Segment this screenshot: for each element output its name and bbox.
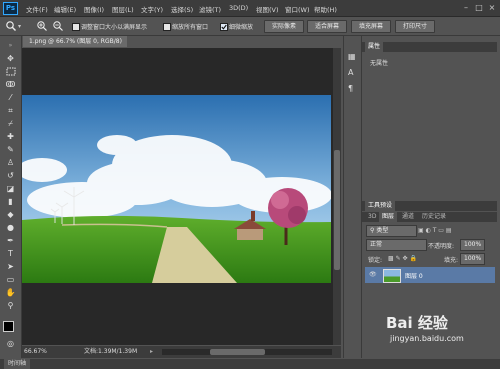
clone-stamp-tool-icon[interactable]: ♙ — [5, 158, 16, 167]
resize-windows-label: 调整窗口大小以满屏显示 — [81, 24, 148, 31]
close-window-button[interactable]: × — [487, 3, 497, 12]
tool-preset-chevron-icon[interactable]: ▾ — [18, 23, 21, 30]
history-panel-icon[interactable]: ▦ — [348, 52, 356, 61]
menu-file[interactable]: 文件(F) — [26, 4, 48, 14]
menu-help[interactable]: 帮助(H) — [314, 4, 337, 14]
checkmark-icon — [221, 24, 227, 30]
options-bar: ▾ 调整窗口大小以满屏显示 缩放所有窗口 细微缩放 实际像素 适合屏幕 填充屏幕… — [0, 17, 500, 36]
right-panels: 属性 无属性 工具预设 3D 图层 通道 历史记录 ⚲ 类型 ▣ ◐ T ▭ ▤… — [362, 36, 500, 358]
minimize-button[interactable]: – — [461, 3, 471, 12]
healing-brush-tool-icon[interactable]: ✚ — [5, 132, 16, 141]
menu-select[interactable]: 选择(S) — [171, 4, 193, 14]
vertical-scrollbar-thumb[interactable] — [334, 150, 340, 270]
layer-name[interactable]: 图层 0 — [405, 271, 423, 280]
path-selection-tool-icon[interactable]: ➤ — [5, 262, 16, 271]
tab-channels[interactable]: 通道 — [399, 212, 417, 222]
panel-collapse-icon[interactable]: » — [5, 41, 16, 50]
zoom-tool-icon[interactable] — [5, 20, 17, 31]
tab-tool-presets[interactable]: 工具预设 — [365, 201, 396, 211]
maximize-button[interactable]: □ — [474, 3, 484, 12]
marquee-tool-icon[interactable] — [5, 67, 16, 76]
eyedropper-tool-icon[interactable]: ⌿ — [5, 119, 16, 128]
fill-label: 填充: — [444, 257, 459, 264]
fill-screen-button[interactable]: 填充屏幕 — [351, 20, 391, 33]
quick-selection-tool-icon[interactable]: ⁄ — [5, 93, 16, 102]
tab-layers[interactable]: 图层 — [379, 212, 398, 222]
zoom-all-checkbox[interactable] — [163, 23, 171, 31]
zoom-out-icon[interactable] — [52, 20, 64, 31]
zoom-all-label: 缩放所有窗口 — [172, 24, 209, 31]
document-tab-title: 1.png @ 66.7% (图层 0, RGB/8) — [29, 38, 122, 45]
dodge-tool-icon[interactable]: ● — [5, 223, 16, 232]
fit-screen-button[interactable]: 适合屏幕 — [307, 20, 347, 33]
app-logo: Ps — [3, 2, 18, 15]
foreground-color-swatch[interactable] — [3, 321, 14, 332]
menu-filter[interactable]: 滤镜(T) — [199, 4, 221, 14]
layers-tabs: 3D 图层 通道 历史记录 — [362, 212, 497, 222]
zoom-in-icon[interactable] — [36, 20, 48, 31]
actual-pixels-button[interactable]: 实际像素 — [264, 20, 304, 33]
zoom-tool-icon[interactable]: ⚲ — [5, 301, 16, 310]
gradient-tool-icon[interactable]: ▮ — [5, 197, 16, 206]
move-tool-icon[interactable]: ✥ — [5, 54, 16, 63]
kind-filter-dropdown[interactable]: ⚲ 类型 — [366, 225, 417, 237]
watermark-logo-text: Bai 经验 — [386, 314, 448, 332]
document-info: 文档:1.39M/1.39M — [84, 348, 138, 355]
zoom-level[interactable]: 66.67% — [24, 346, 47, 358]
lasso-tool-icon[interactable]: ↂ — [5, 80, 16, 89]
lock-label: 锁定: — [368, 257, 383, 264]
tools-panel: » ✥ ↂ ⁄ ⌗ ⌿ ✚ ✎ ♙ ↺ ◪ ▮ ◆ ● ✒ T ➤ ▭ ✋ ⚲ … — [0, 36, 22, 358]
menu-edit[interactable]: 编辑(E) — [54, 4, 76, 14]
eraser-tool-icon[interactable]: ◪ — [5, 184, 16, 193]
tab-timeline[interactable]: 时间轴 — [4, 359, 31, 369]
filter-icons[interactable]: ▣ ◐ T ▭ ▤ — [418, 227, 452, 234]
menu-image[interactable]: 图像(I) — [84, 4, 104, 14]
crop-tool-icon[interactable]: ⌗ — [5, 106, 16, 115]
character-panel-icon[interactable]: A — [348, 68, 353, 77]
paragraph-panel-icon[interactable]: ¶ — [348, 84, 353, 93]
shape-tool-icon[interactable]: ▭ — [5, 275, 16, 284]
fill-input[interactable]: 100% — [460, 253, 485, 265]
tab-history[interactable]: 历史记录 — [419, 212, 449, 222]
opacity-input[interactable]: 100% — [460, 239, 485, 251]
baidu-watermark: Bai 经验 jingyan.baidu.com — [386, 312, 496, 362]
tab-properties[interactable]: 属性 — [365, 42, 384, 52]
document-tab[interactable]: 1.png @ 66.7% (图层 0, RGB/8) × — [23, 36, 127, 56]
type-tool-icon[interactable]: T — [5, 249, 16, 258]
kind-filter-value: 类型 — [376, 227, 389, 234]
scrubby-zoom-label: 细微缩放 — [229, 24, 254, 31]
properties-header: 属性 — [362, 42, 497, 52]
hand-tool-icon[interactable]: ✋ — [5, 288, 16, 297]
lock-icons[interactable]: ▩ ✎ ✥ 🔒 — [388, 255, 417, 262]
history-brush-tool-icon[interactable]: ↺ — [5, 171, 16, 180]
watermark-url: jingyan.baidu.com — [390, 334, 464, 343]
blend-mode-dropdown[interactable]: 正常 — [366, 239, 427, 251]
menu-bar: Ps 文件(F) 编辑(E) 图像(I) 图层(L) 文字(Y) 选择(S) 滤… — [0, 0, 500, 17]
menu-layer[interactable]: 图层(L) — [112, 4, 134, 14]
resize-windows-checkbox[interactable] — [72, 23, 80, 31]
canvas-image[interactable] — [22, 95, 331, 283]
eye-icon[interactable]: 👁 — [369, 271, 377, 278]
scrubby-zoom-checkbox[interactable] — [220, 23, 228, 31]
layer-thumbnail — [383, 269, 401, 283]
menu-3d[interactable]: 3D(D) — [229, 4, 248, 12]
pen-tool-icon[interactable]: ✒ — [5, 236, 16, 245]
menu-view[interactable]: 视图(V) — [256, 4, 279, 14]
menu-window[interactable]: 窗口(W) — [285, 4, 310, 14]
layer-row[interactable]: 👁 图层 0 — [365, 267, 495, 283]
blur-tool-icon[interactable]: ◆ — [5, 210, 16, 219]
opacity-label: 不透明度: — [428, 243, 455, 250]
properties-empty-text: 无属性 — [370, 60, 389, 67]
menu-type[interactable]: 文字(Y) — [141, 4, 163, 14]
status-menu-arrow-icon[interactable]: ▸ — [150, 346, 153, 358]
print-size-button[interactable]: 打印尺寸 — [395, 20, 435, 33]
tab-3d[interactable]: 3D — [365, 212, 379, 222]
horizontal-scrollbar-thumb[interactable] — [210, 349, 265, 355]
brush-tool-icon[interactable]: ✎ — [5, 145, 16, 154]
quick-mask-icon[interactable]: ◎ — [5, 339, 16, 348]
tool-presets-header: 工具预设 — [362, 201, 497, 211]
panel-dock-icons: ▦ A ¶ — [343, 36, 362, 358]
